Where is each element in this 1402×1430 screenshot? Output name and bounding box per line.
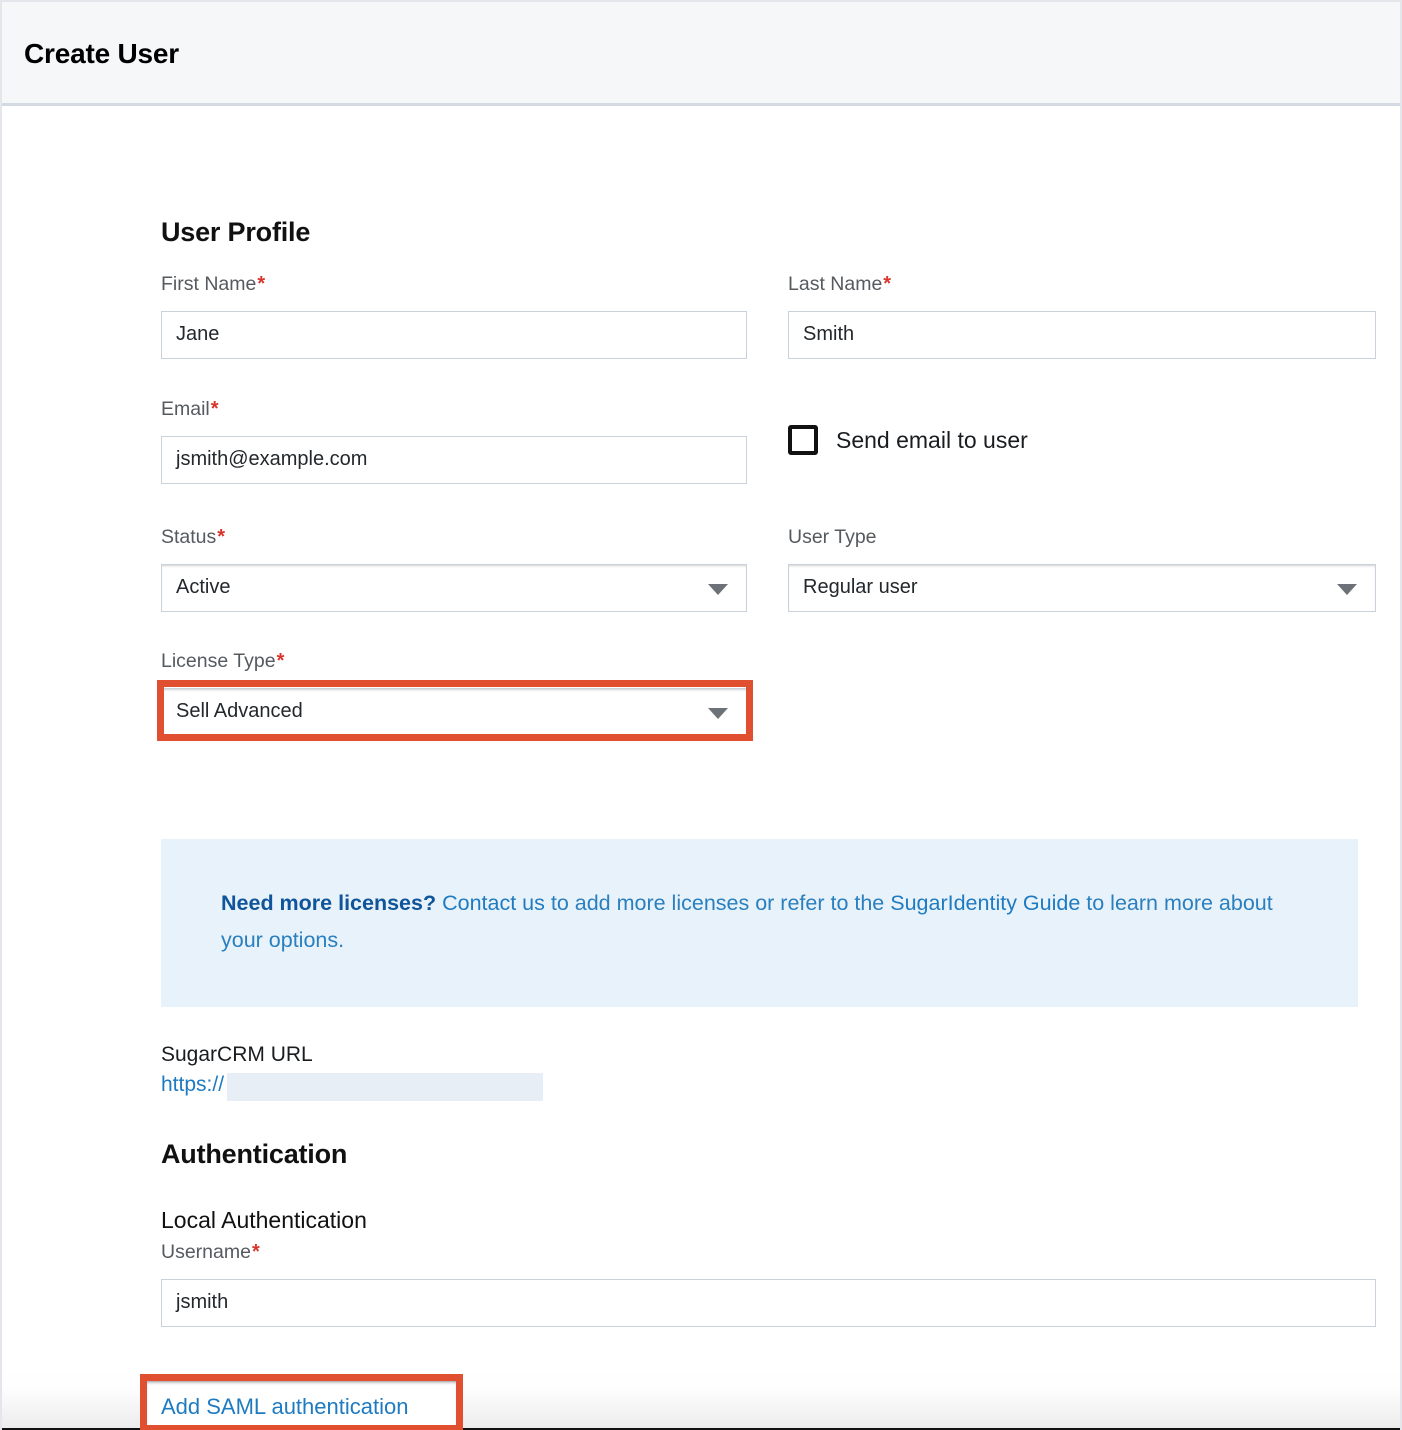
sugarcrm-url-redacted-value xyxy=(227,1073,543,1101)
chevron-down-icon xyxy=(708,584,728,595)
email-input[interactable]: jsmith@example.com xyxy=(161,436,747,484)
username-label: Username* xyxy=(161,1242,1376,1263)
local-authentication-heading: Local Authentication xyxy=(161,1207,367,1234)
sugarcrm-url-group: SugarCRM URL https:// xyxy=(161,1043,543,1101)
license-type-row: License Type* Sell Advanced xyxy=(161,651,1376,747)
name-row: First Name* Jane Last Name* Smith xyxy=(161,274,1376,370)
username-value: jsmith xyxy=(176,1291,228,1314)
send-email-checkbox-group[interactable]: Send email to user xyxy=(788,425,1376,455)
status-field-group: Status* Active xyxy=(161,527,747,612)
license-type-select[interactable]: Sell Advanced xyxy=(161,688,747,736)
required-asterisk: * xyxy=(252,1241,260,1263)
first-name-value: Jane xyxy=(176,323,219,346)
status-select[interactable]: Active xyxy=(161,564,747,612)
required-asterisk: * xyxy=(883,273,891,295)
sugaridentity-guide-link[interactable]: SugarIdentity Guide xyxy=(890,891,1080,915)
window-titlebar: Create User xyxy=(2,2,1402,106)
user-type-value: Regular user xyxy=(803,576,918,599)
create-user-page: Create User User Profile First Name* Jan… xyxy=(0,0,1402,1430)
status-row: Status* Active User Type Regular user xyxy=(161,527,1376,623)
banner-bold-text: Need more licenses? xyxy=(221,891,436,915)
chevron-down-icon xyxy=(1337,584,1357,595)
required-asterisk: * xyxy=(277,650,285,672)
sugarcrm-url-label: SugarCRM URL xyxy=(161,1043,543,1067)
contact-us-link[interactable]: Contact us xyxy=(442,891,545,915)
email-label: Email* xyxy=(161,399,747,420)
authentication-heading: Authentication xyxy=(161,1139,347,1170)
page-title: Create User xyxy=(24,38,179,70)
status-label: Status* xyxy=(161,527,747,548)
banner-text-1: to add more licenses or refer to the xyxy=(545,891,890,915)
last-name-value: Smith xyxy=(803,323,854,346)
username-input[interactable]: jsmith xyxy=(161,1279,1376,1327)
email-field-group: Email* jsmith@example.com xyxy=(161,399,747,484)
required-asterisk: * xyxy=(257,273,265,295)
status-value: Active xyxy=(176,576,230,599)
last-name-label: Last Name* xyxy=(788,274,1376,295)
add-saml-authentication-button[interactable]: Add SAML authentication xyxy=(147,1381,456,1430)
user-type-label: User Type xyxy=(788,527,1376,548)
user-profile-heading: User Profile xyxy=(161,217,310,248)
last-name-field-group: Last Name* Smith xyxy=(788,274,1376,359)
first-name-input[interactable]: Jane xyxy=(161,311,747,359)
required-asterisk: * xyxy=(217,526,225,548)
send-email-checkrow[interactable]: Send email to user xyxy=(788,425,1376,455)
first-name-field-group: First Name* Jane xyxy=(161,274,747,359)
license-info-banner: Need more licenses? Contact us to add mo… xyxy=(161,839,1358,1007)
sugarcrm-url-scheme: https:// xyxy=(161,1073,224,1101)
send-email-label: Send email to user xyxy=(836,427,1028,454)
chevron-down-icon xyxy=(708,708,728,719)
user-type-select[interactable]: Regular user xyxy=(788,564,1376,612)
license-type-value: Sell Advanced xyxy=(176,700,303,723)
required-asterisk: * xyxy=(211,398,219,420)
sugarcrm-url-row: https:// xyxy=(161,1073,543,1101)
last-name-input[interactable]: Smith xyxy=(788,311,1376,359)
send-email-checkbox[interactable] xyxy=(788,425,818,455)
add-saml-authentication-link[interactable]: Add SAML authentication xyxy=(147,1394,408,1420)
email-value: jsmith@example.com xyxy=(176,448,367,471)
first-name-label: First Name* xyxy=(161,274,747,295)
email-row: Email* jsmith@example.com Send email to … xyxy=(161,399,1376,495)
user-type-field-group: User Type Regular user xyxy=(788,527,1376,612)
license-type-field-group: License Type* Sell Advanced xyxy=(161,651,747,736)
username-field-group: Username* jsmith xyxy=(161,1242,1376,1327)
license-type-label: License Type* xyxy=(161,651,747,672)
